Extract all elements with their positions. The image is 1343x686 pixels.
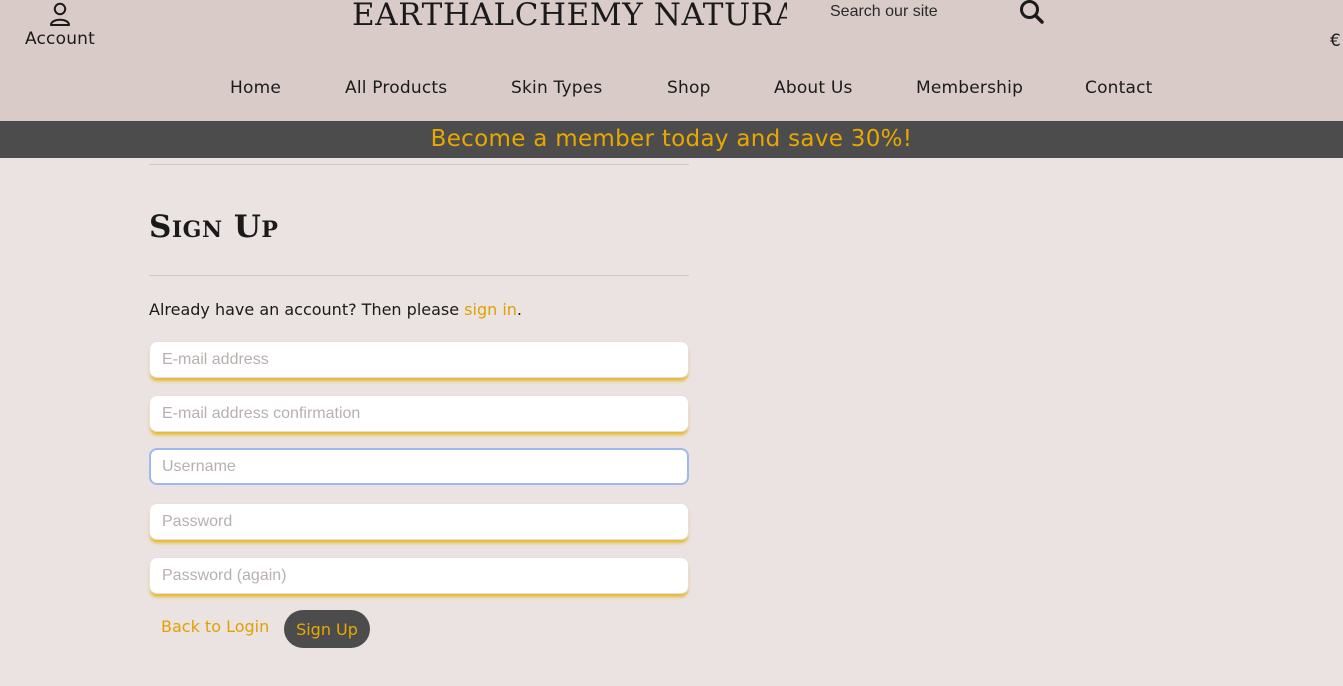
nav-item-all-products[interactable]: All Products — [345, 78, 447, 98]
account-link[interactable]: Account — [20, 0, 100, 54]
site-header: Account EARTHALCHEMY NATURALS € Home All… — [0, 0, 1343, 121]
back-to-login-link[interactable]: Back to Login — [161, 617, 269, 636]
site-logo[interactable]: EARTHALCHEMY NATURALS — [352, 0, 787, 39]
nav-item-membership[interactable]: Membership — [916, 78, 1023, 98]
search-input[interactable] — [830, 0, 1000, 24]
search-button[interactable] — [1018, 0, 1046, 26]
page-title: Sign Up — [149, 209, 279, 245]
nav-item-skin-types[interactable]: Skin Types — [511, 78, 602, 98]
signin-prompt-text: Already have an account? Then please — [149, 300, 465, 319]
search-icon — [1020, 0, 1044, 24]
nav-item-shop[interactable]: Shop — [667, 78, 711, 98]
signin-prompt: Already have an account? Then please sig… — [149, 300, 522, 319]
currency-selector[interactable]: € — [1330, 31, 1341, 51]
promo-banner[interactable]: Become a member today and save 30%! — [0, 121, 1343, 158]
account-label: Account — [24, 29, 96, 49]
signin-prompt-suffix: . — [516, 300, 523, 319]
signin-link[interactable]: sign in — [464, 300, 517, 319]
user-icon — [50, 2, 70, 26]
nav-item-home[interactable]: Home — [230, 78, 281, 98]
main-nav: Home All Products Skin Types Shop About … — [0, 78, 1343, 106]
email-confirm-field[interactable] — [149, 395, 689, 432]
nav-item-contact[interactable]: Contact — [1085, 78, 1153, 98]
password-again-field[interactable] — [149, 557, 689, 594]
username-field[interactable] — [149, 448, 689, 485]
divider-top — [149, 164, 689, 165]
password-field[interactable] — [149, 503, 689, 540]
nav-item-about-us[interactable]: About Us — [774, 78, 853, 98]
email-field[interactable] — [149, 341, 689, 378]
divider-under-title — [149, 275, 689, 276]
sign-up-button[interactable]: Sign Up — [284, 610, 370, 648]
search-bar — [830, 0, 1050, 26]
